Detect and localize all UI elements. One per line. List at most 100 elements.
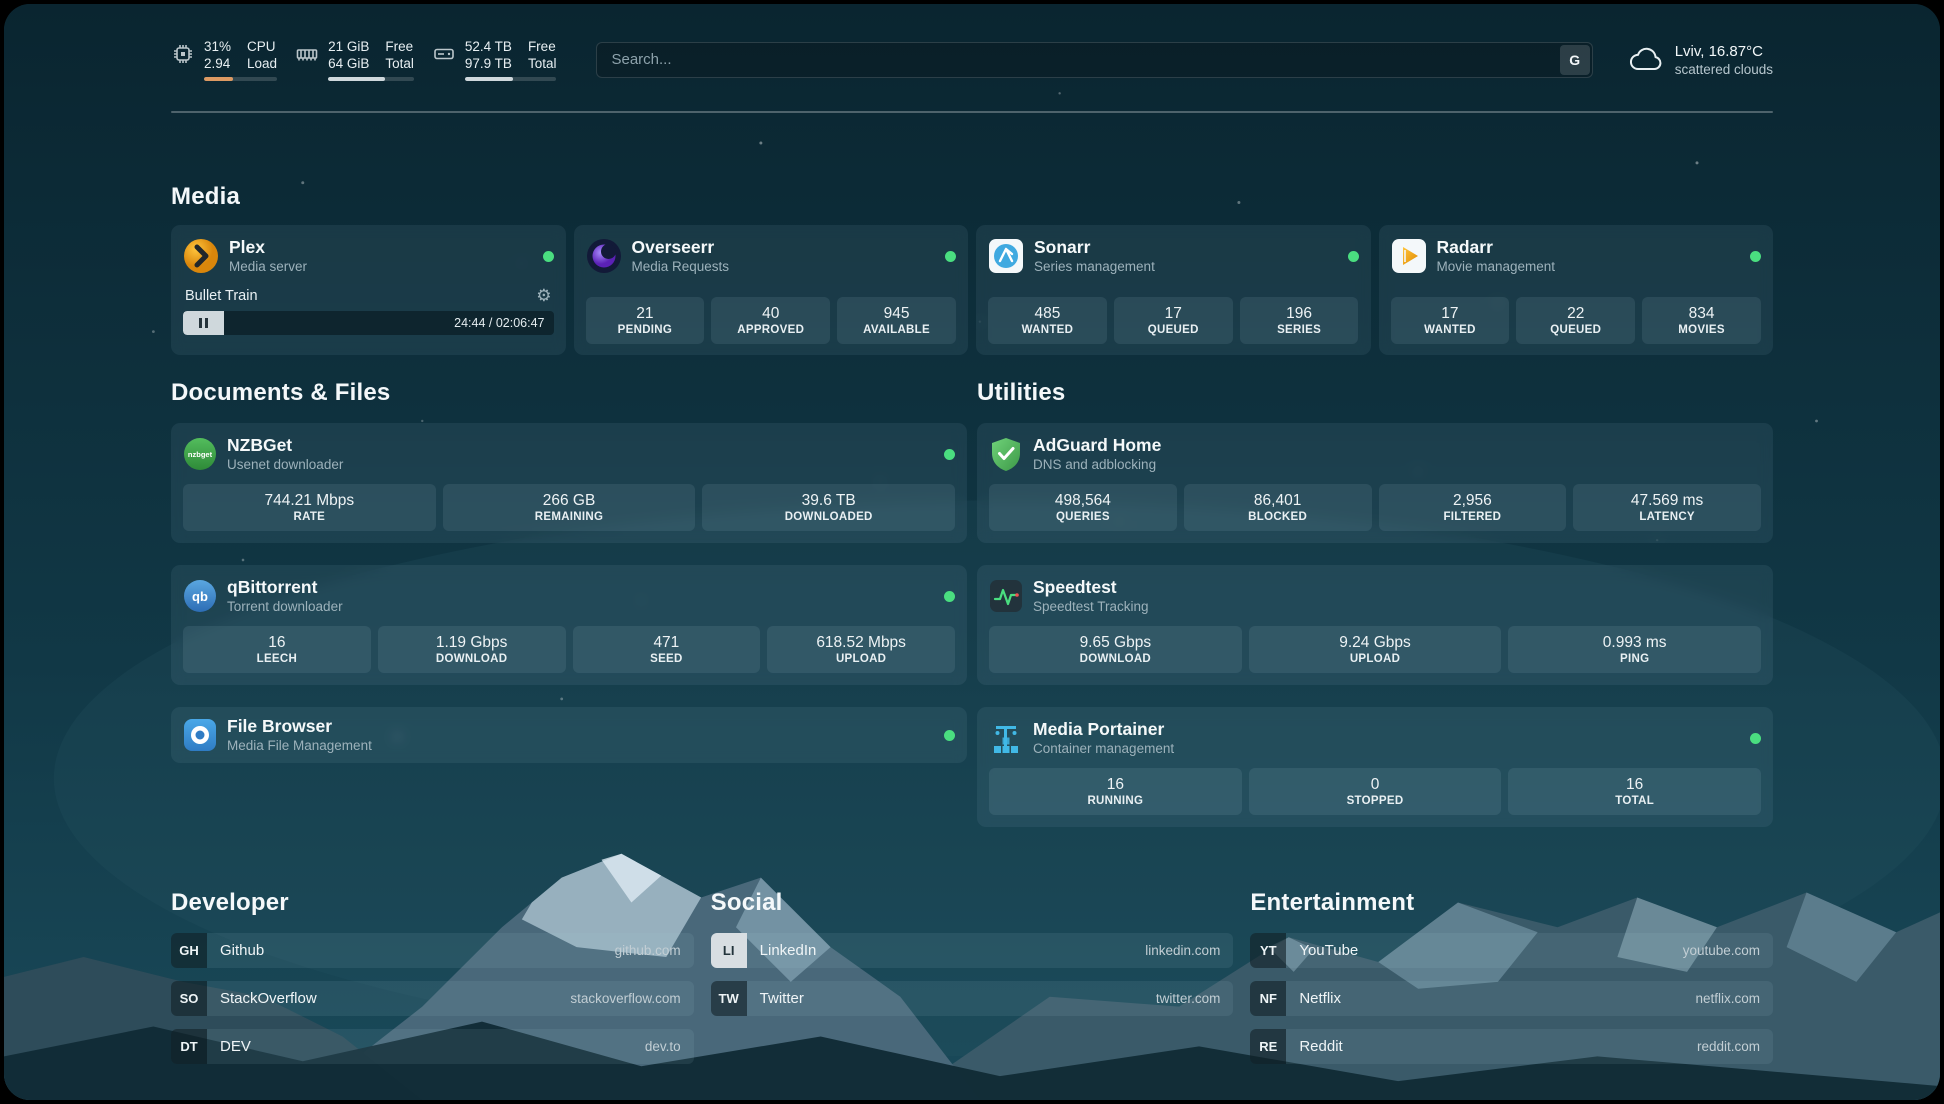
app-subtitle: Media File Management <box>227 737 372 754</box>
status-dot <box>944 449 955 460</box>
bookmark-twitter[interactable]: TW Twitter twitter.com <box>711 981 1234 1016</box>
section-title-utilities: Utilities <box>977 379 1773 407</box>
stat-label: WANTED <box>1424 323 1476 338</box>
bookmark-linkedin[interactable]: LI LinkedIn linkedin.com <box>711 933 1234 968</box>
stat-value: 196 <box>1286 304 1312 323</box>
bookmark-label: Reddit <box>1299 1038 1342 1055</box>
stat-value: 2,956 <box>1453 491 1492 510</box>
bookmark-github[interactable]: GH Github github.com <box>171 933 694 968</box>
adguard-icon <box>989 437 1023 471</box>
app-subtitle: Torrent downloader <box>227 598 343 615</box>
dev-icon: DT <box>171 1029 207 1064</box>
section-title-social: Social <box>711 889 1234 917</box>
stat-value: 498,564 <box>1055 491 1111 510</box>
stat-box: 834 MOVIES <box>1642 297 1761 344</box>
filebrowser-icon <box>183 718 217 752</box>
search-input[interactable] <box>596 42 1592 78</box>
stat-box: 945 AVAILABLE <box>837 297 956 344</box>
card-speedtest[interactable]: Speedtest Speedtest Tracking 9.65 Gbps D… <box>977 565 1773 685</box>
overseerr-icon <box>586 238 622 274</box>
stat-box: 485 WANTED <box>988 297 1107 344</box>
bookmark-stackoverflow[interactable]: SO StackOverflow stackoverflow.com <box>171 981 694 1016</box>
bookmark-reddit[interactable]: RE Reddit reddit.com <box>1250 1029 1773 1064</box>
cpu-load-value: 2.94 <box>204 55 231 72</box>
stat-value: 22 <box>1567 304 1584 323</box>
weather-condition: scattered clouds <box>1675 61 1773 78</box>
card-portainer[interactable]: Media Portainer Container management 16 … <box>977 707 1773 827</box>
card-radarr[interactable]: Radarr Movie management 17 WANTED 22 QUE… <box>1379 225 1774 355</box>
stat-value: 16 <box>1107 775 1124 794</box>
app-name: Radarr <box>1437 237 1556 258</box>
status-dot <box>1750 251 1761 262</box>
card-overseerr[interactable]: Overseerr Media Requests 21 PENDING 40 A… <box>574 225 969 355</box>
cpu-percent: 31% <box>204 38 231 55</box>
stat-value: 9.24 Gbps <box>1339 633 1411 652</box>
app-name: Plex <box>229 237 307 258</box>
bookmark-youtube[interactable]: YT YouTube youtube.com <box>1250 933 1773 968</box>
storage-free-label: Free <box>528 38 557 55</box>
bookmark-url: github.com <box>615 943 681 958</box>
metric-storage: 52.4 TB 97.9 TB Free Total <box>432 38 557 81</box>
status-dot <box>944 730 955 741</box>
card-adguard[interactable]: AdGuard Home DNS and adblocking 498,564 … <box>977 423 1773 543</box>
stat-label: PENDING <box>618 323 673 338</box>
stat-label: MOVIES <box>1678 323 1725 338</box>
cpu-progress-bar <box>204 77 277 81</box>
bookmarks-developer: Developer GH Github github.com SO StackO… <box>171 889 694 1064</box>
stat-box: 39.6 TB DOWNLOADED <box>702 484 955 531</box>
stat-label: FILTERED <box>1443 510 1501 525</box>
stat-box: 9.65 Gbps DOWNLOAD <box>989 626 1242 673</box>
stat-value: 17 <box>1441 304 1458 323</box>
card-plex[interactable]: Plex Media server Bullet Train ⚙ 24:44 /… <box>171 225 566 355</box>
stat-box: 196 SERIES <box>1240 297 1359 344</box>
card-qbittorrent[interactable]: qb qBittorrent Torrent downloader <box>171 565 967 685</box>
card-nzbget[interactable]: nzbget NZBGet Usenet downloader 74 <box>171 423 967 543</box>
sonarr-icon <box>988 238 1024 274</box>
header-divider <box>171 111 1773 113</box>
system-metrics: 31% 2.94 CPU Load <box>171 38 556 81</box>
stat-label: SEED <box>650 652 683 667</box>
bookmark-label: StackOverflow <box>220 990 317 1007</box>
now-playing-title: Bullet Train <box>185 288 258 304</box>
storage-free-value: 52.4 TB <box>465 38 512 55</box>
bookmarks-social: Social LI LinkedIn linkedin.com TW Twitt… <box>711 889 1234 1064</box>
stat-value: 21 <box>636 304 653 323</box>
github-icon: GH <box>171 933 207 968</box>
app-name: Sonarr <box>1034 237 1155 258</box>
bookmark-dev[interactable]: DT DEV dev.to <box>171 1029 694 1064</box>
pause-button[interactable] <box>183 311 224 335</box>
stat-value: 834 <box>1689 304 1715 323</box>
stat-label: UPLOAD <box>836 652 886 667</box>
stat-label: BLOCKED <box>1248 510 1307 525</box>
storage-progress-fill <box>465 77 514 81</box>
cpu-label: CPU <box>247 38 277 55</box>
app-name: NZBGet <box>227 435 343 456</box>
bookmark-label: Twitter <box>760 990 804 1007</box>
search-engine-button[interactable]: G <box>1560 45 1590 75</box>
playback-time: 24:44 / 02:06:47 <box>454 316 544 330</box>
section-title-entertainment: Entertainment <box>1250 889 1773 917</box>
stat-label: QUEUED <box>1550 323 1601 338</box>
app-subtitle: Usenet downloader <box>227 456 343 473</box>
app-name: qBittorrent <box>227 577 343 598</box>
cpu-icon <box>171 42 195 81</box>
card-filebrowser[interactable]: File Browser Media File Management <box>171 707 967 763</box>
stat-value: 471 <box>653 633 679 652</box>
stat-label: QUEUED <box>1148 323 1199 338</box>
app-name: Media Portainer <box>1033 719 1174 740</box>
card-sonarr[interactable]: Sonarr Series management 485 WANTED 17 Q… <box>976 225 1371 355</box>
stat-box: 16 LEECH <box>183 626 371 673</box>
app-subtitle: Container management <box>1033 740 1174 757</box>
plex-icon <box>183 238 219 274</box>
search-bar: G <box>596 42 1592 78</box>
settings-gear-icon[interactable]: ⚙ <box>536 287 551 304</box>
stat-box: 0.993 ms PING <box>1508 626 1761 673</box>
playback-seekbar[interactable]: 24:44 / 02:06:47 <box>183 311 554 335</box>
bookmark-netflix[interactable]: NF Netflix netflix.com <box>1250 981 1773 1016</box>
stat-box: 0 STOPPED <box>1249 768 1502 815</box>
stat-box: 471 SEED <box>573 626 761 673</box>
stat-value: 47.569 ms <box>1631 491 1703 510</box>
bookmark-url: netflix.com <box>1695 991 1760 1006</box>
app-name: File Browser <box>227 716 372 737</box>
radarr-icon <box>1391 238 1427 274</box>
